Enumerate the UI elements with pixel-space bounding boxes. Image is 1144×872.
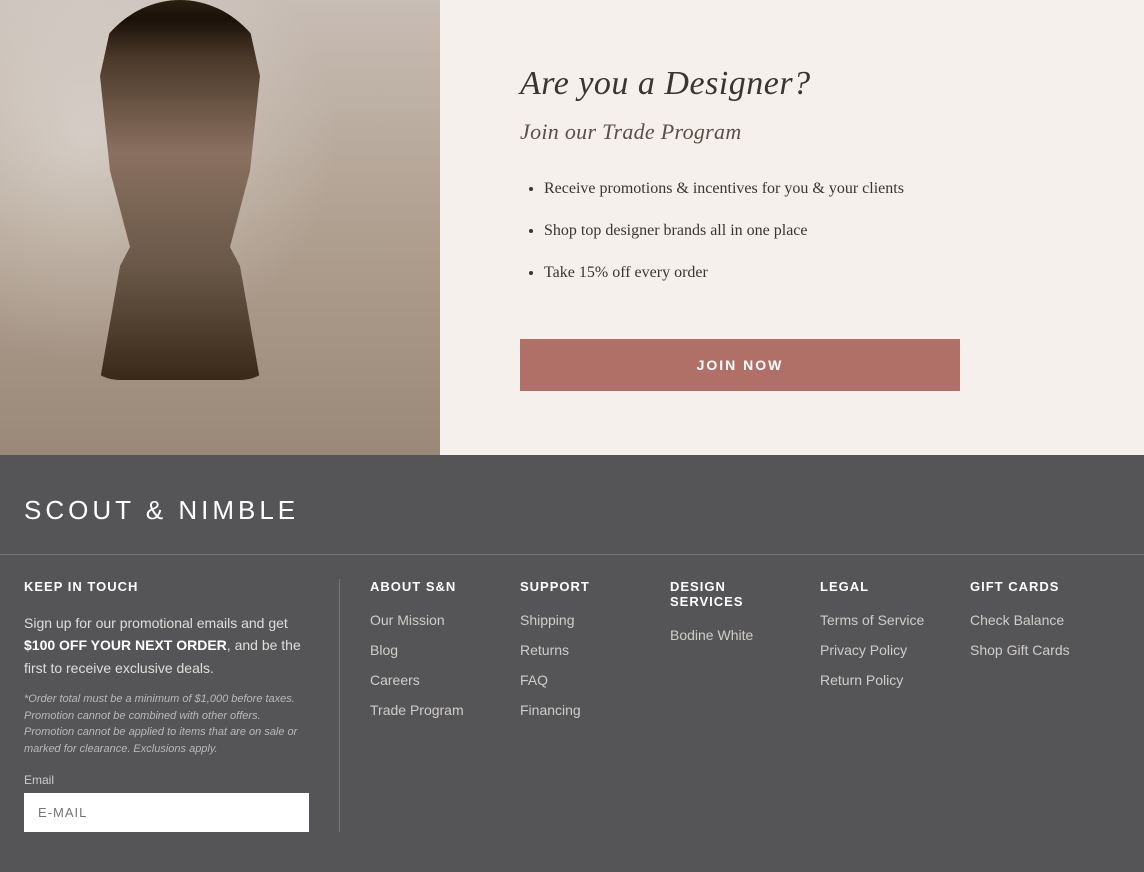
footer-col-legal: LEGAL Terms of Service Privacy Policy Re…	[820, 579, 970, 832]
keep-in-touch-text: Sign up for our promotional emails and g…	[24, 612, 309, 679]
footer-col-about: ABOUT S&N Our Mission Blog Careers Trade…	[370, 579, 520, 832]
footer-link-faq[interactable]: FAQ	[520, 672, 650, 688]
about-title: ABOUT S&N	[370, 579, 500, 594]
footer-col-gift-cards: GIFT CARDS Check Balance Shop Gift Cards	[970, 579, 1120, 832]
footer-col-keep-in-touch: KEEP IN TOUCH Sign up for our promotiona…	[24, 579, 340, 832]
footer-link-privacy-policy[interactable]: Privacy Policy	[820, 642, 950, 658]
support-title: SUPPORT	[520, 579, 650, 594]
hero-bullets: Receive promotions & incentives for you …	[520, 177, 904, 303]
footer-link-trade-program[interactable]: Trade Program	[370, 702, 500, 718]
footer-link-shipping[interactable]: Shipping	[520, 612, 650, 628]
footer-link-returns[interactable]: Returns	[520, 642, 650, 658]
keep-in-touch-text-1: Sign up for our promotional emails and g…	[24, 615, 288, 631]
footer-link-return-policy[interactable]: Return Policy	[820, 672, 950, 688]
footer-link-bodine-white[interactable]: Bodine White	[670, 627, 800, 643]
footer-link-our-mission[interactable]: Our Mission	[370, 612, 500, 628]
design-services-title: DESIGN SERVICES	[670, 579, 800, 609]
footer-logo: SCOUT & NIMBLE	[0, 495, 1144, 554]
hero-subtitle: Join our Trade Program	[520, 119, 742, 145]
legal-title: LEGAL	[820, 579, 950, 594]
hero-image	[0, 0, 440, 455]
hero-section: Are you a Designer? Join our Trade Progr…	[0, 0, 1144, 455]
hero-bullet-1: Receive promotions & incentives for you …	[544, 177, 904, 201]
footer-columns: KEEP IN TOUCH Sign up for our promotiona…	[0, 554, 1144, 832]
footer: SCOUT & NIMBLE KEEP IN TOUCH Sign up for…	[0, 455, 1144, 872]
footer-link-careers[interactable]: Careers	[370, 672, 500, 688]
hero-content: Are you a Designer? Join our Trade Progr…	[440, 0, 1144, 455]
hero-bullet-3: Take 15% off every order	[544, 261, 904, 285]
footer-col-support: SUPPORT Shipping Returns FAQ Financing	[520, 579, 670, 832]
keep-in-touch-highlight: $100 OFF YOUR NEXT ORDER	[24, 637, 227, 653]
keep-in-touch-title: KEEP IN TOUCH	[24, 579, 309, 594]
footer-link-check-balance[interactable]: Check Balance	[970, 612, 1100, 628]
footer-link-terms[interactable]: Terms of Service	[820, 612, 950, 628]
keep-in-touch-fine-print: *Order total must be a minimum of $1,000…	[24, 691, 309, 757]
footer-col-design-services: DESIGN SERVICES Bodine White	[670, 579, 820, 832]
footer-link-financing[interactable]: Financing	[520, 702, 650, 718]
gift-cards-title: GIFT CARDS	[970, 579, 1100, 594]
hero-title: Are you a Designer?	[520, 65, 811, 103]
join-now-button[interactable]: JOIN NOW	[520, 339, 960, 391]
footer-link-shop-gift-cards[interactable]: Shop Gift Cards	[970, 642, 1100, 658]
email-label: Email	[24, 773, 309, 787]
hero-bullet-2: Shop top designer brands all in one plac…	[544, 219, 904, 243]
email-input[interactable]	[24, 793, 309, 832]
footer-link-blog[interactable]: Blog	[370, 642, 500, 658]
